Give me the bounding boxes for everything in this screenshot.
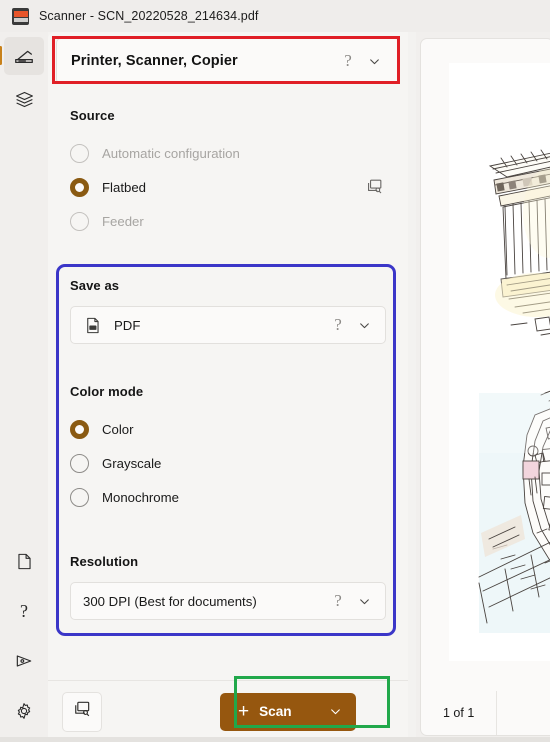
radio-color[interactable] bbox=[70, 419, 89, 439]
scanner-app-icon bbox=[12, 7, 29, 25]
spacer-after-color-mode bbox=[70, 514, 386, 554]
scanned-page-artwork bbox=[449, 63, 550, 661]
resolution-help-icon[interactable]: ? bbox=[325, 591, 351, 611]
radio-feeder[interactable] bbox=[70, 211, 89, 231]
scan-preview-icon bbox=[72, 699, 92, 724]
chevron-down-icon[interactable] bbox=[351, 319, 377, 332]
title-bar: Scanner - SCN_20220528_214634.pdf bbox=[0, 0, 550, 32]
rail-item-settings[interactable] bbox=[4, 692, 44, 730]
left-navigation-rail: ? bbox=[0, 32, 48, 742]
gear-icon bbox=[14, 701, 34, 721]
save-as-dropdown[interactable]: PDF ? bbox=[70, 306, 386, 344]
source-option-automatic[interactable]: Automatic configuration bbox=[70, 136, 386, 170]
page-counter: 1 of 1 bbox=[443, 705, 475, 720]
settings-panel: Printer, Scanner, Copier ? Source Automa… bbox=[48, 32, 408, 742]
page-navigation: 1 of 1 bbox=[420, 690, 550, 736]
device-help-icon[interactable]: ? bbox=[335, 51, 361, 71]
scanner-icon bbox=[13, 45, 35, 67]
send-feedback-icon bbox=[14, 651, 34, 671]
rail-item-feedback[interactable] bbox=[4, 642, 44, 680]
spacer-after-source bbox=[70, 238, 386, 278]
rail-item-pages[interactable] bbox=[4, 542, 44, 580]
save-as-group-label: Save as bbox=[70, 278, 120, 293]
scan-button-group: + Scan bbox=[220, 692, 356, 731]
rail-item-library[interactable] bbox=[4, 80, 44, 118]
device-name: Printer, Scanner, Copier bbox=[71, 53, 238, 69]
radio-monochrome[interactable] bbox=[70, 487, 89, 507]
chevron-down-icon[interactable] bbox=[361, 55, 387, 68]
scan-button-label: Scan bbox=[259, 704, 292, 719]
preview-surface[interactable] bbox=[420, 38, 550, 726]
source-option-feeder-label: Feeder bbox=[102, 213, 144, 229]
source-group-label: Source bbox=[70, 108, 115, 123]
scanner-app-window: Scanner - SCN_20220528_214634.pdf ? Prin… bbox=[0, 0, 550, 742]
scan-button[interactable]: + Scan bbox=[220, 692, 356, 731]
color-mode-option-color[interactable]: Color bbox=[70, 412, 386, 446]
radio-automatic-configuration[interactable] bbox=[70, 143, 89, 163]
resolution-value: 300 DPI (Best for documents) bbox=[83, 593, 257, 609]
source-option-automatic-label: Automatic configuration bbox=[102, 145, 240, 161]
rail-item-scan[interactable] bbox=[0, 37, 44, 75]
question-mark-icon: ? bbox=[20, 600, 28, 621]
radio-grayscale[interactable] bbox=[70, 453, 89, 473]
settings-scroll-area: Source Automatic configuration Flatbed F… bbox=[56, 94, 400, 682]
chevron-down-icon[interactable] bbox=[351, 595, 377, 608]
rail-bottom-group: ? bbox=[4, 530, 44, 742]
device-selector[interactable]: Printer, Scanner, Copier ? bbox=[56, 38, 400, 84]
color-mode-option-grayscale[interactable]: Grayscale bbox=[70, 446, 386, 480]
rail-item-help[interactable]: ? bbox=[4, 592, 44, 630]
resolution-dropdown[interactable]: 300 DPI (Best for documents) ? bbox=[70, 582, 386, 620]
source-option-feeder[interactable]: Feeder bbox=[70, 204, 386, 238]
save-as-value: PDF bbox=[114, 317, 141, 333]
preview-scan-area-button[interactable] bbox=[62, 691, 102, 732]
color-mode-option-color-label: Color bbox=[102, 421, 134, 437]
plus-icon: + bbox=[238, 701, 250, 722]
stack-layers-icon bbox=[14, 89, 35, 110]
spacer-after-save-as bbox=[70, 344, 386, 384]
pager-divider bbox=[496, 690, 498, 735]
radio-flatbed[interactable] bbox=[70, 177, 89, 197]
pdf-file-icon bbox=[83, 316, 102, 335]
resolution-group-label: Resolution bbox=[70, 554, 139, 569]
color-mode-option-grayscale-label: Grayscale bbox=[102, 455, 162, 471]
color-mode-option-monochrome-label: Monochrome bbox=[102, 489, 179, 505]
source-option-flatbed-label: Flatbed bbox=[102, 179, 146, 195]
page-document-icon bbox=[15, 552, 34, 571]
source-option-flatbed[interactable]: Flatbed bbox=[70, 170, 386, 204]
scanned-page-thumbnail[interactable] bbox=[449, 63, 550, 661]
chevron-down-icon[interactable] bbox=[329, 705, 342, 718]
window-bottom-edge bbox=[0, 737, 550, 742]
bottom-action-bar: + Scan bbox=[48, 680, 408, 742]
window-title: Scanner - SCN_20220528_214634.pdf bbox=[39, 9, 259, 23]
color-mode-group-label: Color mode bbox=[70, 384, 144, 399]
preview-pane: 1 of 1 bbox=[416, 32, 550, 742]
scan-preview-icon[interactable] bbox=[365, 177, 384, 201]
color-mode-option-monochrome[interactable]: Monochrome bbox=[70, 480, 386, 514]
save-as-help-icon[interactable]: ? bbox=[325, 315, 351, 335]
